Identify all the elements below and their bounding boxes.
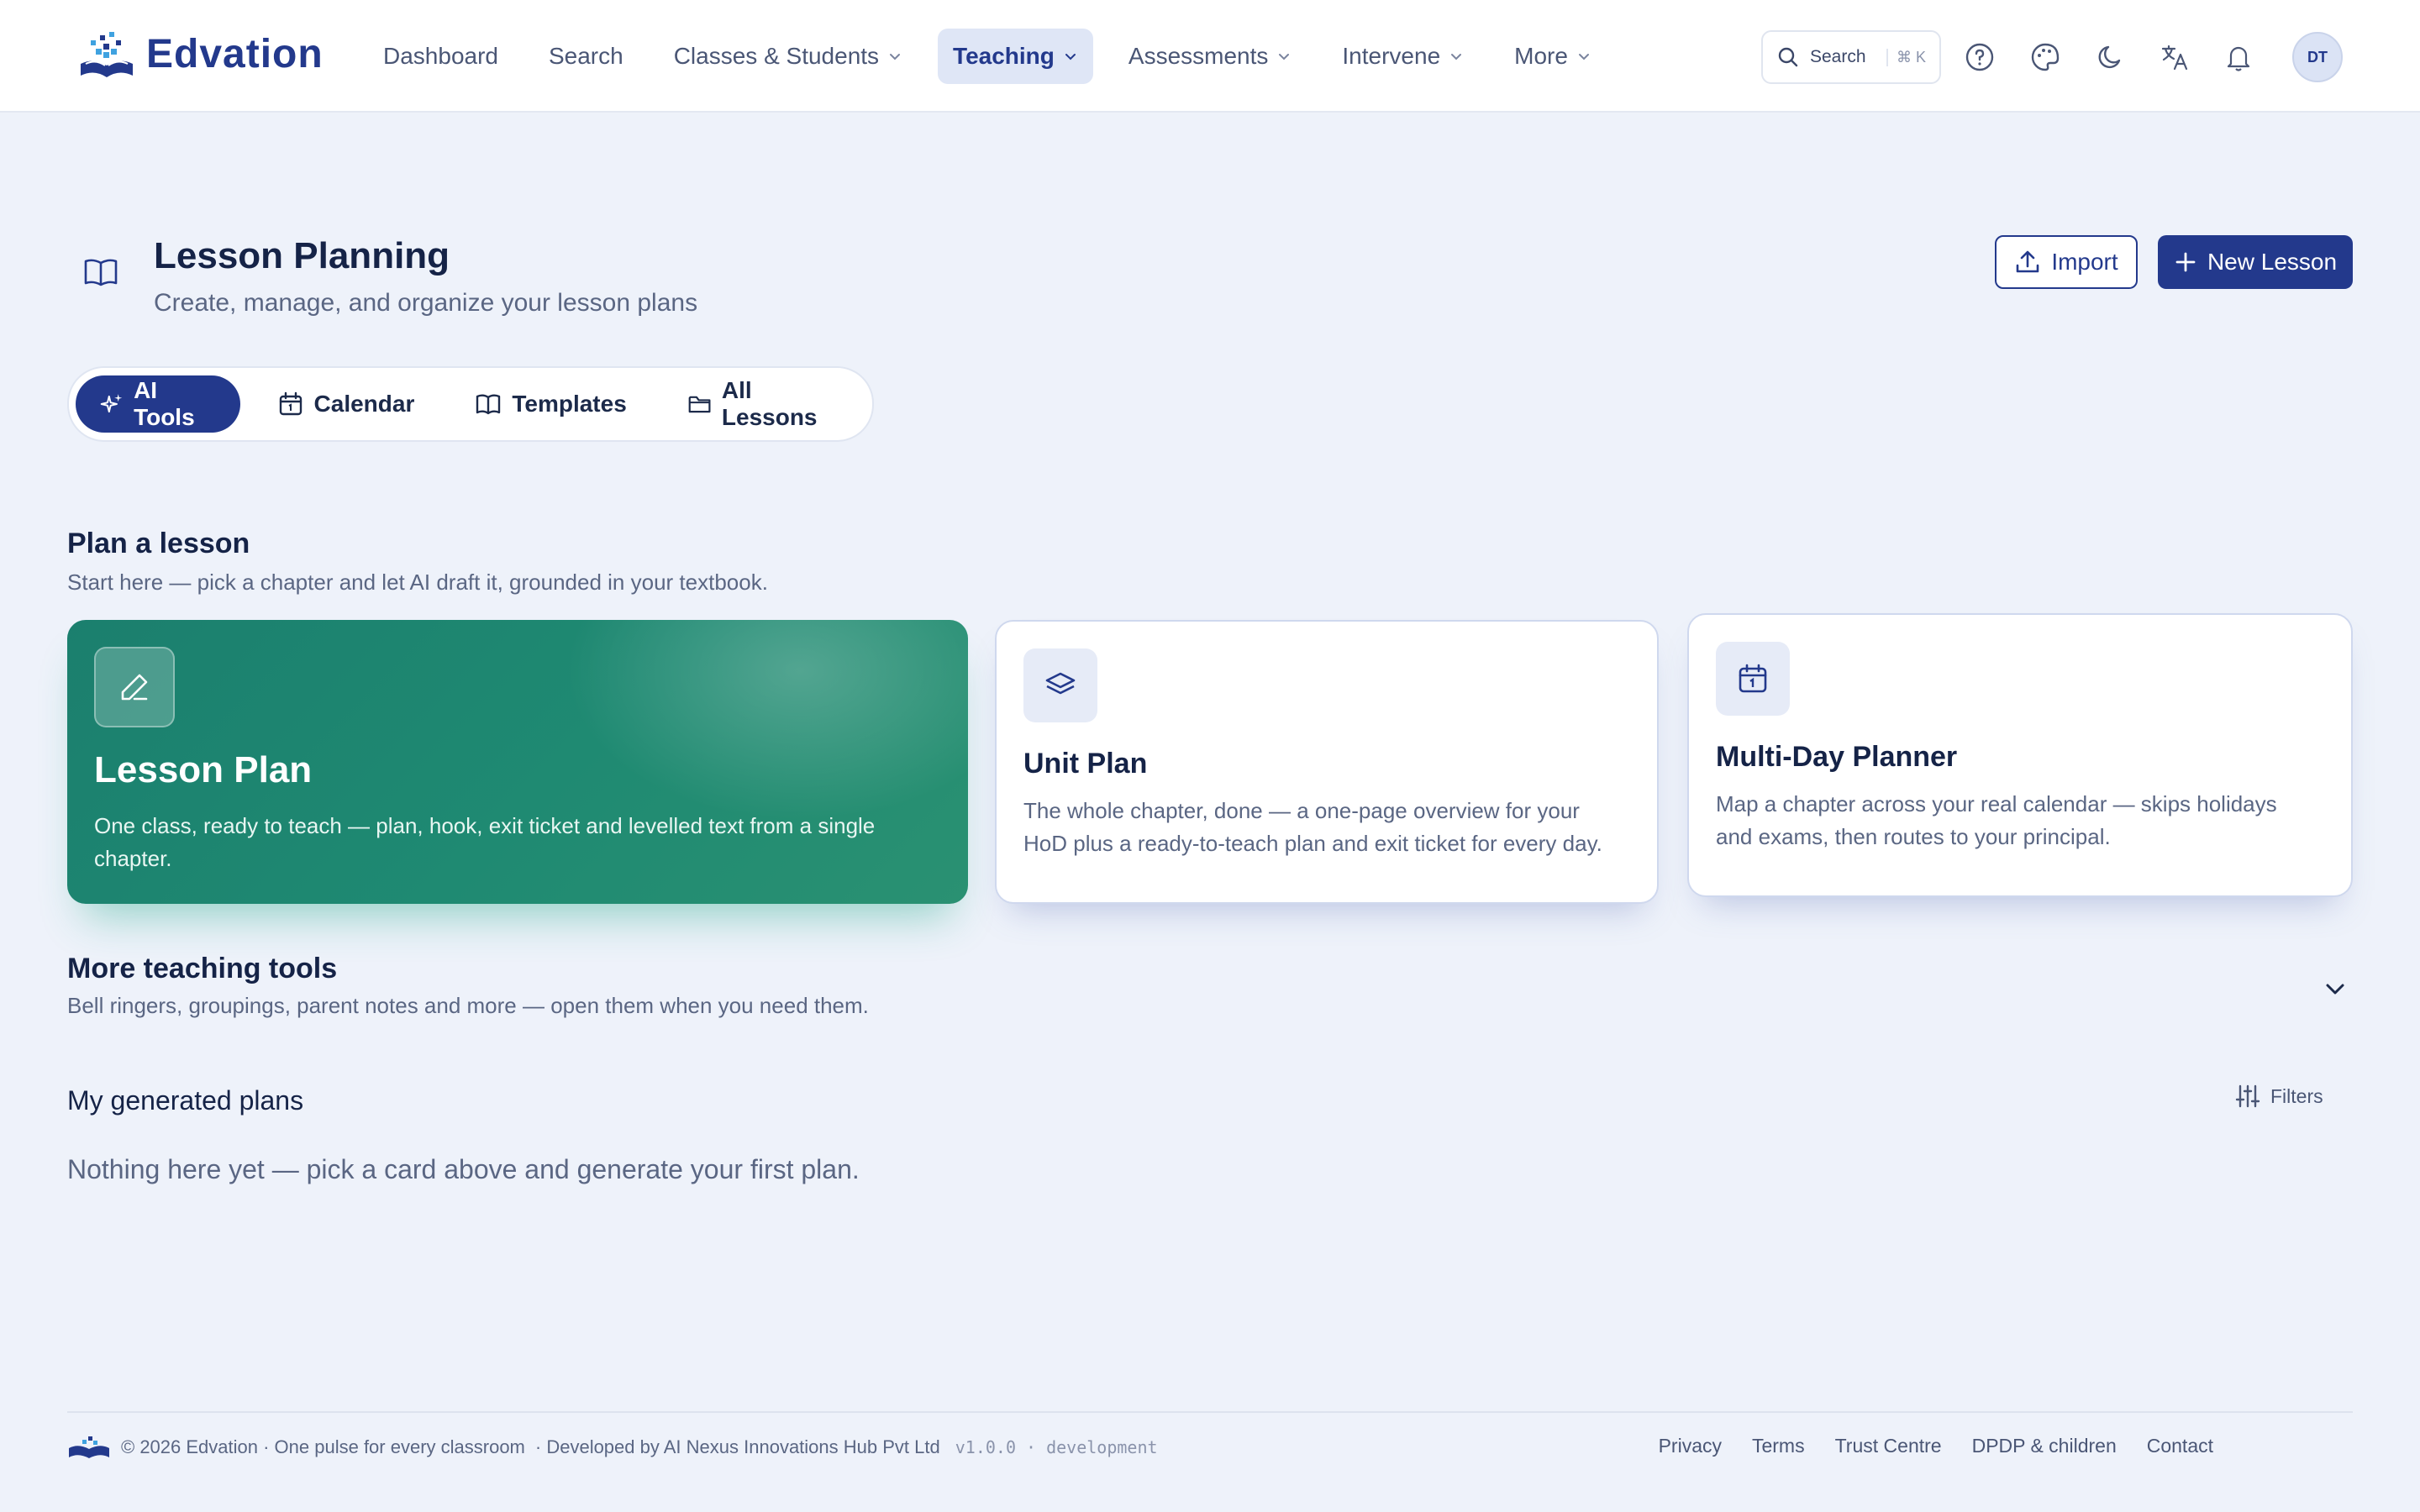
search-label: Search: [1810, 47, 1866, 66]
brand-name: Edvation: [146, 31, 324, 76]
calendar-icon: [1739, 664, 1767, 693]
plan-section-title: Plan a lesson: [67, 528, 250, 559]
bell-icon[interactable]: [2223, 42, 2254, 72]
tab-all-lessons[interactable]: All Lessons: [664, 375, 865, 433]
footer-link-dpdp[interactable]: DPDP & children: [1972, 1435, 2117, 1457]
card-desc: The whole chapter, done — a one-page ove…: [1023, 798, 1602, 856]
footer-copyright: © 2026 Edvation · One pulse for every cl…: [121, 1436, 525, 1457]
unit-plan-card[interactable]: Unit Plan The whole chapter, done — a on…: [995, 620, 1659, 904]
logo-icon: [81, 32, 133, 77]
tab-ai-tools[interactable]: AI Tools: [76, 375, 240, 433]
card-desc: One class, ready to teach — plan, hook, …: [94, 813, 876, 871]
page-title: Lesson Planning: [154, 235, 450, 276]
footer-links: Privacy Terms Trust Centre DPDP & childr…: [1659, 1435, 2213, 1457]
tab-label: Calendar: [313, 391, 415, 417]
card-title: Unit Plan: [1023, 748, 1148, 780]
chevron-down-icon: [1451, 54, 1462, 60]
chevron-down-icon: [890, 54, 901, 60]
global-search-button[interactable]: Search ⌘ K: [1761, 30, 1941, 84]
empty-state-text: Nothing here yet — pick a card above and…: [67, 1154, 860, 1184]
nav-assessments[interactable]: Assessments: [1113, 29, 1307, 84]
new-lesson-button[interactable]: New Lesson: [2158, 235, 2353, 289]
nav-search[interactable]: Search: [534, 29, 639, 84]
plus-icon: [2175, 252, 2196, 272]
sparkles-icon: [100, 394, 123, 413]
nav-label: More: [1514, 43, 1568, 69]
search-shortcut: ⌘ K: [1886, 48, 1926, 66]
multi-day-planner-card[interactable]: Multi-Day Planner Map a chapter across y…: [1687, 613, 2353, 897]
card-desc: Map a chapter across your real calendar …: [1716, 791, 2277, 849]
footer-link-terms[interactable]: Terms: [1752, 1435, 1805, 1457]
footer-developer: · Developed by AI Nexus Innovations Hub …: [534, 1436, 940, 1457]
folder-icon: [688, 396, 711, 413]
tab-label: AI Tools: [134, 377, 195, 430]
footer-link-privacy[interactable]: Privacy: [1659, 1435, 1722, 1457]
upload-icon: [2017, 250, 2039, 273]
tab-label: All Lessons: [721, 377, 818, 430]
page-subtitle: Create, manage, and organize your lesson…: [154, 289, 698, 317]
nav-dashboard[interactable]: Dashboard: [368, 29, 513, 84]
nav-more[interactable]: More: [1499, 29, 1607, 84]
nav-label: Classes & Students: [673, 43, 880, 69]
nav-label: Intervene: [1342, 43, 1441, 69]
tab-templates[interactable]: Templates: [451, 375, 650, 433]
footer-version: v1.0.0 · development: [955, 1437, 1158, 1457]
palette-icon[interactable]: [2030, 42, 2060, 72]
card-glow: [565, 620, 968, 822]
footer-info: © 2026 Edvation · One pulse for every cl…: [67, 1435, 1158, 1460]
nav-label: Assessments: [1128, 43, 1269, 69]
card-title: Lesson Plan: [94, 749, 313, 790]
calendar-icon: [279, 391, 302, 416]
card-icon-box: [1023, 648, 1097, 722]
pencil-icon: [121, 674, 148, 701]
new-lesson-label: New Lesson: [2207, 249, 2338, 275]
more-tools-title[interactable]: More teaching tools: [67, 953, 337, 985]
planning-tabs: AI Tools Calendar Templates All Lessons: [67, 366, 874, 442]
nav-label: Teaching: [953, 43, 1055, 69]
plan-section-desc: Start here — pick a chapter and let AI d…: [67, 570, 768, 595]
footer-link-contact[interactable]: Contact: [2147, 1435, 2213, 1457]
tab-calendar[interactable]: Calendar: [254, 375, 439, 433]
main-nav: Dashboard Search Classes & Students Teac…: [368, 29, 1607, 84]
more-tools-desc: Bell ringers, groupings, parent notes an…: [67, 993, 869, 1018]
logo-icon: [69, 1436, 109, 1458]
brand-logo[interactable]: Edvation: [77, 27, 324, 81]
card-icon-box: [94, 647, 175, 727]
chevron-down-icon: [1279, 54, 1290, 60]
import-label: Import: [2051, 249, 2118, 275]
nav-classes-students[interactable]: Classes & Students: [659, 29, 918, 84]
filters-label: Filters: [2270, 1084, 2323, 1107]
nav-intervene[interactable]: Intervene: [1327, 29, 1479, 84]
layers-icon: [1045, 672, 1076, 695]
footer-divider: [67, 1411, 2353, 1413]
user-avatar[interactable]: DT: [2292, 32, 2343, 82]
generated-plans-title: My generated plans: [67, 1085, 304, 1116]
footer-link-trust-centre[interactable]: Trust Centre: [1835, 1435, 1942, 1457]
import-button[interactable]: Import: [1995, 235, 2138, 289]
nav-label: Search: [548, 43, 623, 69]
nav-label: Dashboard: [383, 43, 498, 69]
help-icon[interactable]: [1965, 42, 1995, 72]
tab-label: Templates: [512, 391, 627, 417]
moon-icon[interactable]: [2096, 42, 2126, 72]
search-icon: [1778, 47, 1798, 67]
translate-icon[interactable]: [2160, 42, 2190, 72]
filters-button[interactable]: Filters: [2235, 1084, 2323, 1109]
chevron-down-icon: [1065, 54, 1076, 60]
top-navbar: Edvation Dashboard Search Classes & Stud…: [0, 0, 2420, 113]
book-icon: [476, 394, 501, 415]
nav-teaching[interactable]: Teaching: [938, 29, 1093, 84]
chevron-down-icon[interactable]: [2323, 976, 2348, 1001]
book-open-icon: [84, 259, 118, 286]
chevron-down-icon: [1578, 54, 1589, 60]
sliders-icon: [2235, 1084, 2260, 1108]
card-icon-box: [1716, 642, 1790, 716]
card-title: Multi-Day Planner: [1716, 741, 1958, 773]
lesson-plan-card[interactable]: Lesson Plan One class, ready to teach — …: [67, 620, 968, 904]
